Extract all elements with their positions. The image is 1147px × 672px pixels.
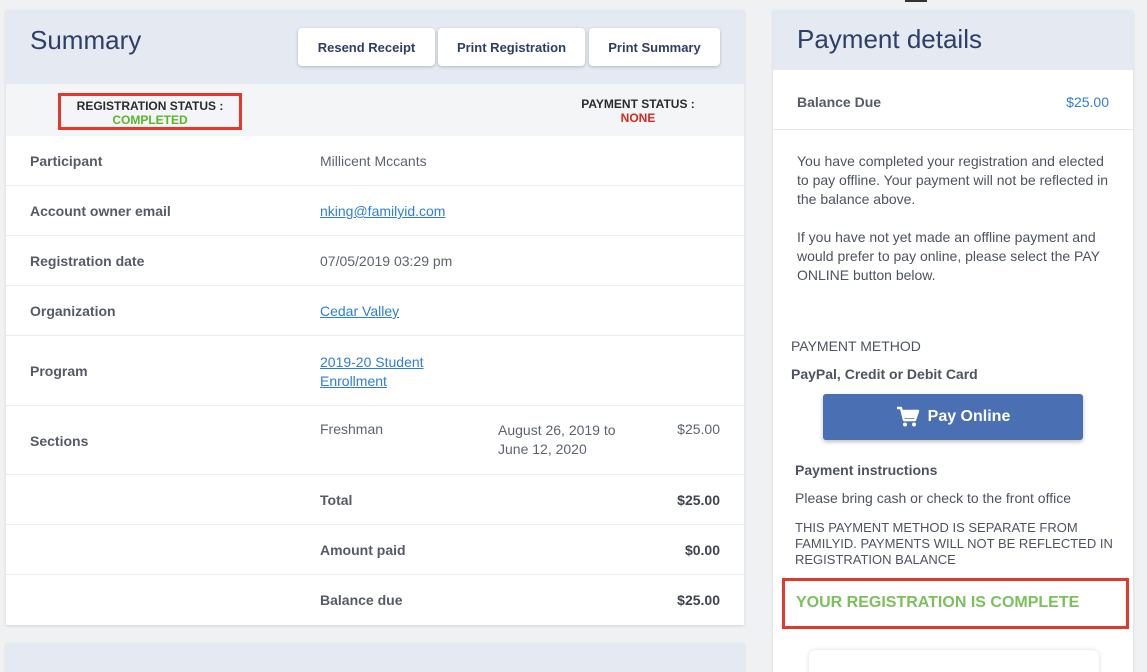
balance-due-label: Balance due [320,592,403,608]
print-summary-button[interactable]: Print Summary [589,28,720,66]
organization-label: Organization [30,303,116,319]
print-registration-button[interactable]: Print Registration [438,28,585,66]
pay-online-suggestion: If you have not yet made an offline paym… [797,229,1100,283]
email-link[interactable]: nking@familyid.com [320,203,445,219]
status-band: REGISTRATION STATUS : COMPLETED PAYMENT … [6,84,744,136]
summary-header: Summary Resend Receipt Print Registratio… [6,10,744,84]
payment-instructions-label: Payment instructions [795,462,938,478]
registration-status-value: COMPLETED [112,113,188,127]
organization-row: Organization Cedar Valley [6,286,744,336]
payment-instructions-text: Please bring cash or check to the front … [795,490,1072,506]
sections-label: Sections [30,433,89,449]
total-row: Total $25.00 [6,475,744,525]
summary-title: Summary [30,25,142,55]
amount-paid-value: $0.00 [684,542,720,558]
section-dates-line1: August 26, 2019 to [498,422,616,438]
payment-method-type: PayPal, Credit or Debit Card [791,366,978,382]
payment-status-label: PAYMENT STATUS : [581,97,695,111]
payment-method-note: THIS PAYMENT METHOD IS SEPARATE FROM FAM… [795,520,1113,567]
section-amount: $25.00 [677,421,720,437]
email-label: Account owner email [30,203,171,219]
registration-status-highlight: REGISTRATION STATUS : COMPLETED [58,93,242,130]
balance-due-amount: $25.00 [1066,94,1109,110]
program-link[interactable]: 2019-20 Student Enrollment [320,353,424,391]
balance-due-label: Balance Due [797,94,882,110]
registration-date-value: 07/05/2019 03:29 pm [320,253,453,269]
amount-paid-label: Amount paid [320,542,406,558]
total-value: $25.00 [677,492,720,508]
section-name: Freshman [320,421,384,437]
program-row: Program 2019-20 Student Enrollment [6,336,744,406]
participant-label: Participant [30,153,103,169]
section-dates: August 26, 2019 to June 12, 2020 [498,421,616,459]
payment-details-title: Payment details [797,24,982,54]
resend-receipt-button[interactable]: Resend Receipt [298,28,435,66]
organization-link[interactable]: Cedar Valley [320,303,399,319]
registration-complete-message: YOUR REGISTRATION IS COMPLETE [796,594,1080,611]
next-panel-header [6,643,744,672]
balance-due-value: $25.00 [677,592,720,608]
shopping-cart-icon [896,406,920,428]
payment-header: Payment details [773,10,1133,70]
registration-date-label: Registration date [30,253,145,269]
sections-row: Sections Freshman August 26, 2019 to Jun… [6,406,744,475]
program-link-line1: 2019-20 Student [320,354,424,370]
pay-online-button[interactable]: Pay Online [823,394,1083,440]
email-row: Account owner email nking@familyid.com [6,186,744,236]
top-edge-marker [905,0,927,2]
summary-panel: Summary Resend Receipt Print Registratio… [6,10,744,625]
section-dates-line2: June 12, 2020 [498,441,587,457]
offline-payment-info: You have completed your registration and… [797,153,1109,207]
program-label: Program [30,363,88,379]
bottom-card [809,650,1099,672]
registration-date-row: Registration date 07/05/2019 03:29 pm [6,236,744,286]
participant-row: Participant Millicent Mccants [6,136,744,186]
payment-method-label: PAYMENT METHOD [791,338,921,354]
payment-status-value: NONE [620,111,656,125]
registration-complete-highlight: YOUR REGISTRATION IS COMPLETE [782,578,1129,629]
program-link-line2: Enrollment [320,373,387,389]
balance-row: Balance Due $25.00 [773,70,1133,130]
payment-details-panel: Payment details Balance Due $25.00 You h… [773,10,1133,672]
amount-paid-row: Amount paid $0.00 [6,525,744,575]
total-label: Total [320,492,353,508]
registration-status-label: REGISTRATION STATUS : [76,99,224,113]
balance-due-row: Balance due $25.00 [6,575,744,625]
participant-value: Millicent Mccants [320,153,427,169]
pay-online-label: Pay Online [927,408,1011,425]
payment-status: PAYMENT STATUS : NONE [558,97,718,125]
